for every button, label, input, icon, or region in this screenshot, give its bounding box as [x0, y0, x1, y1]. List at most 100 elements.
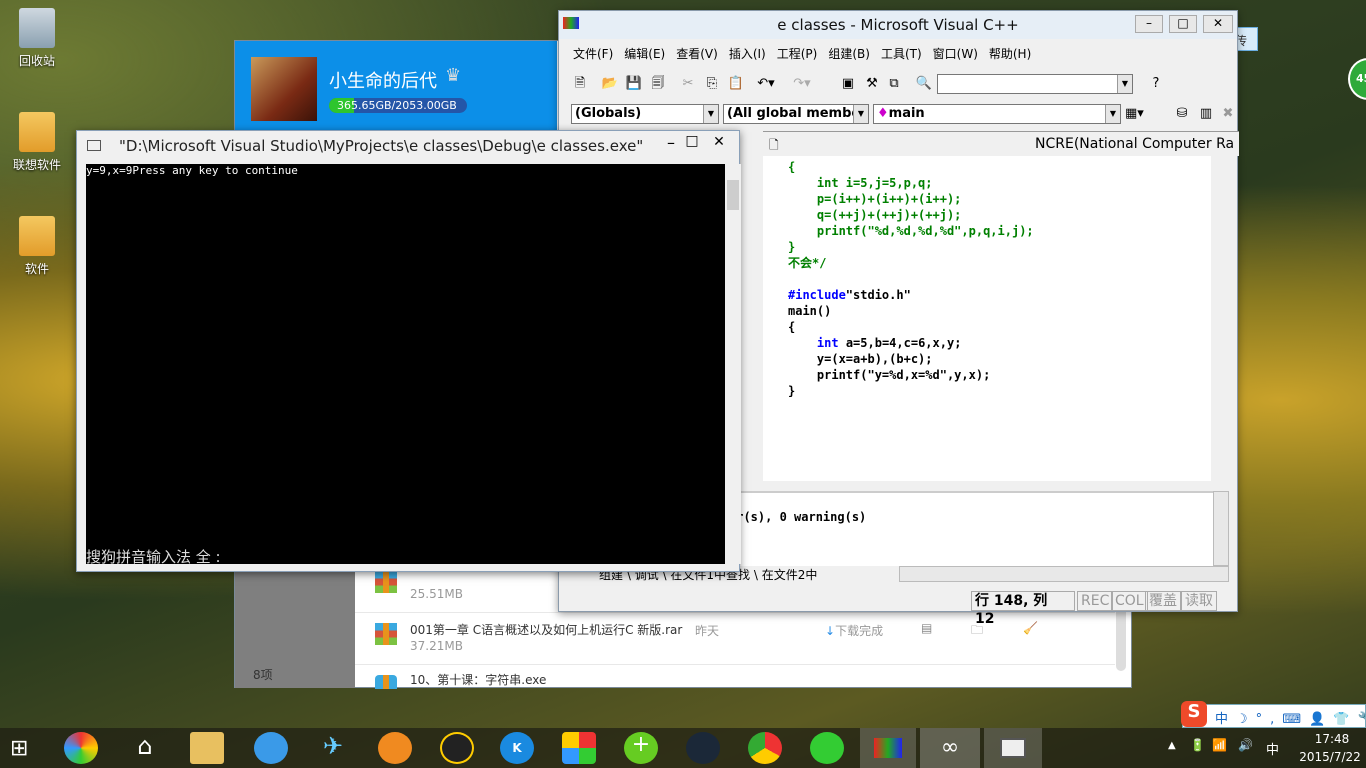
explorer-icon[interactable] [190, 732, 224, 764]
redo-icon[interactable]: ↷▾ [793, 75, 811, 93]
menu-build[interactable]: 组建(B) [828, 47, 870, 61]
console-output[interactable]: y=9,x=9Press any key to continue 搜狗拼音输入法… [86, 164, 725, 566]
avatar[interactable] [251, 57, 317, 121]
desktop-icon-recycle-bin[interactable]: 回收站 [7, 8, 67, 69]
find-combo[interactable]: ▼ [937, 74, 1133, 94]
clean-icon[interactable]: 🧹 [1023, 621, 1038, 635]
maximize-button[interactable]: □ [1169, 15, 1197, 33]
clock-time[interactable]: 17:48 [1300, 732, 1364, 746]
kugou-icon[interactable]: K [500, 732, 534, 764]
clock-date[interactable]: 2015/7/22 [1296, 750, 1364, 764]
qq-icon[interactable] [440, 732, 474, 764]
details-icon[interactable]: ▤ [921, 621, 932, 635]
punct-icon[interactable]: °, [1256, 712, 1283, 727]
function-combo[interactable]: ♦main ▼ [873, 104, 1121, 124]
volume-icon[interactable]: 🔊 [1238, 738, 1253, 752]
menu-bar: 文件(F) 编辑(E) 查看(V) 插入(I) 工程(P) 组建(B) 工具(T) 窗口(W)… [573, 45, 1042, 62]
settings-icon[interactable]: 🔧 [1357, 712, 1366, 727]
code-line: { [788, 320, 796, 334]
output-pane[interactable]: or(s), 0 warning(s) [719, 491, 1213, 566]
ovr-indicator: 覆盖 [1145, 591, 1181, 611]
chrome-icon[interactable] [748, 732, 782, 764]
close-button[interactable]: ✕ [699, 131, 739, 153]
ime-toolbar[interactable]: S 中☽°,⌨👤👕🔧 [1181, 701, 1366, 728]
find-in-files-icon[interactable]: 🔍 [915, 75, 933, 93]
copy-icon[interactable]: ⎘ [703, 75, 721, 93]
start-button[interactable]: ⊞ [10, 736, 28, 761]
minimize-button[interactable]: – [1135, 15, 1163, 33]
code-line: printf("%d,%d,%d,%d",p,q,i,j); [788, 224, 1034, 238]
workspace-icon[interactable]: ▣ [839, 75, 857, 93]
app-icon-plane[interactable]: ✈ [316, 732, 350, 764]
keyboard-icon[interactable]: ⌨ [1282, 712, 1309, 727]
app-icon-store[interactable] [562, 732, 596, 764]
app-icon-colors[interactable] [64, 732, 98, 764]
user-header: 小生命的后代 ♛ 365.65GB/2053.00GB [235, 41, 557, 131]
menu-edit[interactable]: 编辑(E) [624, 47, 665, 61]
class-combo[interactable]: (Globals) ▼ [571, 104, 719, 124]
network-icon[interactable]: 📶 [1212, 738, 1227, 752]
label: 联想软件 [12, 158, 61, 172]
code-line: { [788, 160, 796, 174]
menu-tools[interactable]: 工具(T) [881, 47, 922, 61]
browser-icon[interactable] [378, 732, 412, 764]
skin-icon[interactable]: 👕 [1333, 712, 1357, 727]
undo-icon[interactable]: ↶▾ [757, 75, 775, 93]
ime-lang[interactable]: 中 [1215, 712, 1236, 727]
console-title: "D:\Microsoft Visual Studio\MyProjects\e… [119, 137, 644, 155]
find-icon[interactable]: ? [1147, 75, 1165, 93]
build-icon[interactable]: ▥ [1197, 105, 1215, 123]
speed-badge[interactable]: 45 [1348, 58, 1366, 100]
home-icon[interactable]: ⌂ [128, 732, 162, 764]
menu-help[interactable]: 帮助(H) [989, 47, 1031, 61]
steam-icon[interactable] [686, 732, 720, 764]
input-language[interactable]: 中 [1266, 739, 1279, 758]
new-file-icon[interactable]: 🗎 [571, 75, 589, 93]
user-icon[interactable]: 👤 [1309, 712, 1333, 727]
document-title-bar: 🗋 NCRE(National Computer Ra [763, 131, 1239, 156]
taskbar-visual-cpp[interactable] [860, 728, 916, 768]
file-date: 昨天 [695, 624, 720, 638]
windows-icon[interactable]: ⧉ [885, 75, 903, 93]
wizard-bar-icon[interactable]: ▦▾ [1125, 105, 1144, 123]
stop-build-icon[interactable]: ✖ [1219, 105, 1237, 123]
quota-bar: 365.65GB/2053.00GB [329, 98, 467, 113]
standard-toolbar: 🗎 📂 💾 🗐 ✂ ⎘ 📋 ↶▾ ↷▾ ▣ ⚒ ⧉ 🔍 ▼ ? [559, 69, 1237, 99]
file-row[interactable]: 10、第十课：字符串.exe [355, 665, 1115, 689]
menu-project[interactable]: 工程(P) [777, 47, 818, 61]
username: 小生命的后代 [329, 71, 437, 92]
taskbar-console[interactable] [984, 728, 1042, 768]
document-icon: 🗋 [769, 138, 779, 152]
taskbar-baidu-pan[interactable]: ∞ [920, 728, 980, 768]
app-icon-bird[interactable] [254, 732, 288, 764]
menu-window[interactable]: 窗口(W) [933, 47, 978, 61]
menu-file[interactable]: 文件(F) [573, 47, 613, 61]
code-editor[interactable]: { int i=5,j=5,p,q; p=(i++)+(i++)+(i++); … [763, 156, 1211, 481]
output-scrollbar[interactable] [1213, 491, 1229, 566]
col-indicator: COL [1111, 591, 1148, 611]
tab-find2[interactable]: 在文件2中 [762, 568, 818, 582]
moon-icon[interactable]: ☽ [1236, 712, 1256, 727]
battery-icon[interactable]: 🔋 [1190, 738, 1205, 752]
save-icon[interactable]: 💾 [625, 75, 643, 93]
output-icon[interactable]: ⚒ [863, 75, 881, 93]
desktop-icon-software[interactable]: 软件 [7, 216, 67, 277]
compile-icon[interactable]: ⛁ [1173, 105, 1191, 123]
show-hidden-icons[interactable]: ▲ [1168, 740, 1176, 751]
rec-indicator: REC [1077, 591, 1114, 611]
desktop-icon-lenovo-software[interactable]: 联想软件 [7, 112, 67, 173]
close-button[interactable]: ✕ [1203, 15, 1233, 33]
file-row[interactable]: 001第一章 C语言概述以及如何上机运行C 新版.rar 37.21MB 昨天 ↓… [355, 613, 1115, 665]
console-scrollbar[interactable] [725, 164, 741, 564]
minimize-button[interactable]: – [667, 133, 675, 152]
app-icon-plus[interactable]: + [624, 732, 658, 764]
members-combo[interactable]: (All global members ▼ [723, 104, 869, 124]
app-icon-green[interactable] [810, 732, 844, 764]
cut-icon[interactable]: ✂ [679, 75, 697, 93]
menu-insert[interactable]: 插入(I) [729, 47, 766, 61]
open-icon[interactable]: 📂 [601, 75, 619, 93]
paste-icon[interactable]: 📋 [727, 75, 745, 93]
save-all-icon[interactable]: 🗐 [649, 75, 667, 93]
menu-view[interactable]: 查看(V) [676, 47, 718, 61]
horizontal-scrollbar[interactable] [899, 566, 1229, 582]
